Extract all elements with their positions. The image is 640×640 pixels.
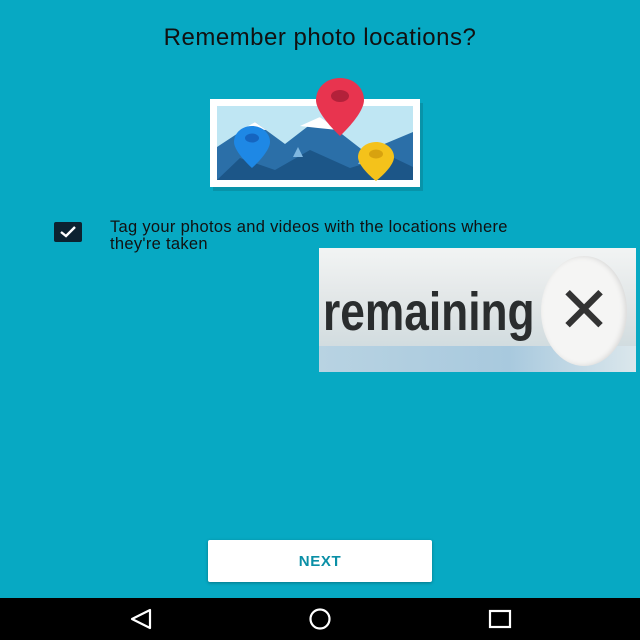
back-triangle-icon[interactable] [120, 606, 160, 632]
close-icon: ✕ [557, 274, 611, 348]
next-button[interactable]: NEXT [208, 540, 432, 582]
checkmark-icon [60, 226, 76, 238]
overlay-close-button[interactable]: ✕ [541, 256, 627, 366]
location-tag-checkbox[interactable] [54, 222, 82, 242]
overlay-ad-text: remaining [323, 282, 535, 342]
photo-location-illustration [210, 78, 423, 191]
overlay-ad-banner[interactable]: remaining ✕ [319, 248, 636, 372]
page-title: Remember photo locations? [163, 24, 477, 51]
system-navigation-bar [0, 598, 640, 640]
home-circle-icon[interactable] [300, 606, 340, 632]
recents-square-icon[interactable] [480, 606, 520, 632]
